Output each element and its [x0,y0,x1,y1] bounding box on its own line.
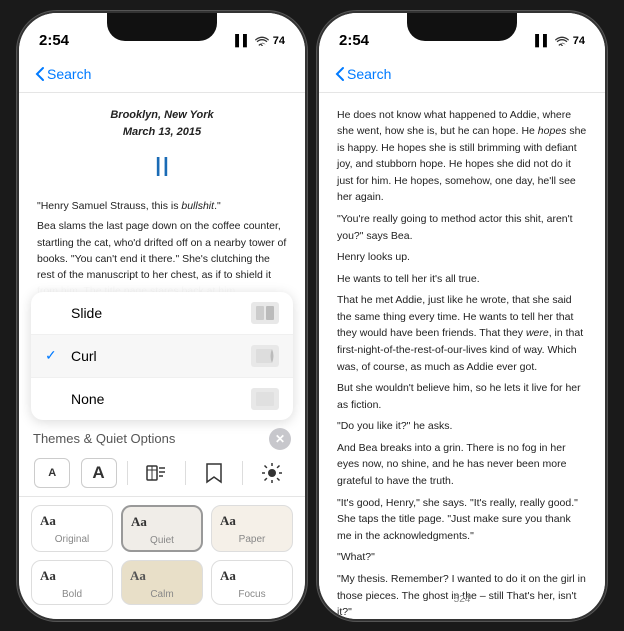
theme-label-focus: Focus [212,587,292,604]
none-icon [251,388,279,410]
nav-bar-left[interactable]: Search [19,57,305,93]
theme-text-bold: Aa [40,568,56,583]
theme-card-calm[interactable]: Aa Calm [121,560,203,605]
status-time-left: 2:54 [39,32,69,49]
font-increase-button[interactable]: A [81,458,117,488]
book-content-left: Brooklyn, New York March 13, 2015 II "He… [19,93,305,303]
theme-card-original[interactable]: Aa Original [31,505,113,552]
transition-item-curl[interactable]: ✓ Curl [31,335,293,378]
curl-label: Curl [71,348,97,364]
separator-2 [185,461,186,485]
theme-label-paper: Paper [212,532,292,549]
theme-card-focus[interactable]: Aa Focus [211,560,293,605]
brightness-button[interactable] [254,458,290,488]
theme-label-bold: Bold [32,587,112,604]
back-button-right[interactable]: Search [335,66,391,82]
notch [107,13,217,41]
slide-icon [251,302,279,324]
bookmark-button[interactable] [196,458,232,488]
theme-text-calm: Aa [130,568,146,583]
back-chevron-icon [35,66,45,82]
bookmark-icon [205,462,223,484]
book-header: Brooklyn, New York March 13, 2015 II [37,107,287,188]
close-button[interactable]: ✕ [269,428,291,450]
left-phone: 2:54 ▌▌ 74 Search Brooklyn, New York Mar… [17,11,307,621]
theme-text-focus: Aa [220,568,236,583]
book-content-right: He does not know what happened to Addie,… [319,93,605,621]
status-icons-right: ▌▌ 74 [535,35,585,47]
bottom-overlay: Slide ✓ Curl [19,284,305,619]
theme-cards-grid: Aa Original Aa Quiet Aa Paper [19,497,305,619]
status-time-right: 2:54 [339,32,369,49]
wifi-icon [255,36,269,46]
theme-card-bold[interactable]: Aa Bold [31,560,113,605]
check-curl: ✓ [45,347,61,364]
book-location: Brooklyn, New York March 13, 2015 [37,107,287,141]
curl-icon [251,345,279,367]
none-label: None [71,391,104,407]
font-decrease-button[interactable]: A [34,458,70,488]
font-icon [145,462,167,484]
themes-bar: Themes & Quiet Options ✕ [19,420,305,454]
wifi-icon-right [555,36,569,46]
font-select-button[interactable] [138,458,174,488]
slide-label: Slide [71,305,102,321]
theme-card-paper[interactable]: Aa Paper [211,505,293,552]
theme-label-original: Original [32,532,112,549]
separator-3 [242,461,243,485]
theme-text-quiet: Aa [131,514,147,529]
theme-label-calm: Calm [122,587,202,604]
nav-bar-right[interactable]: Search [319,57,605,93]
notch-right [407,13,517,41]
back-chevron-icon-right [335,66,345,82]
status-icons-left: ▌▌ 74 [235,35,285,47]
chapter-number: II [37,145,287,188]
themes-label: Themes & Quiet Options [33,431,175,446]
theme-text-original: Aa [40,513,56,528]
transition-menu: Slide ✓ Curl [31,292,293,420]
page-number: 524 [319,594,605,605]
transition-item-none[interactable]: None [31,378,293,420]
theme-text-paper: Aa [220,513,236,528]
right-phone: 2:54 ▌▌ 74 Search He does not know what … [317,11,607,621]
transition-item-slide[interactable]: Slide [31,292,293,335]
theme-card-quiet[interactable]: Aa Quiet [121,505,203,552]
phones-container: 2:54 ▌▌ 74 Search Brooklyn, New York Mar… [17,11,607,621]
separator-1 [127,461,128,485]
brightness-icon [261,462,283,484]
theme-label-quiet: Quiet [123,533,201,550]
back-button-left[interactable]: Search [35,66,91,82]
reading-toolbar: A A [19,454,305,497]
